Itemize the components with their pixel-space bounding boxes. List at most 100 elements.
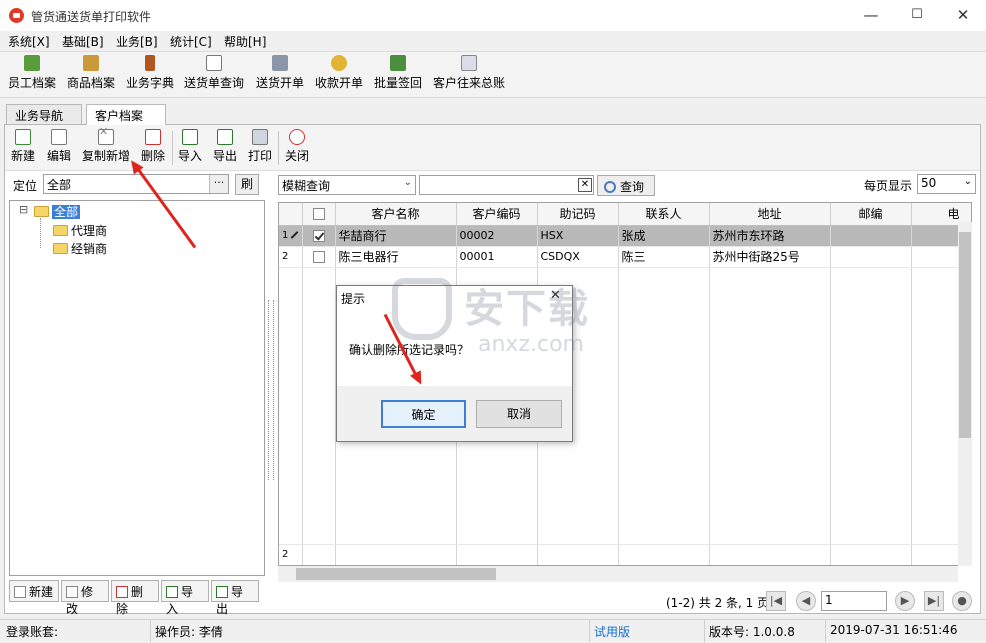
status-datetime: 2019-07-31 16:51:46 [830,623,958,637]
product-icon [83,55,99,71]
menu-business[interactable]: 业务[B] [116,33,158,50]
column-header-postcode[interactable]: 邮编 [830,203,912,226]
select-all-checkbox[interactable] [302,203,336,226]
tree-export-button[interactable]: 导出 [211,580,259,616]
toolbar-product-button[interactable]: 商品档案 [64,55,118,95]
search-input[interactable] [419,175,594,195]
tree-node-dealer[interactable]: 经销商 [53,240,107,257]
delete-icon [116,586,128,598]
close-circle-icon [289,129,305,145]
tab-customer-archive[interactable]: 客户档案 ✕ [86,104,166,138]
cell-mnemonic: CSDQX [537,246,619,268]
menu-basic[interactable]: 基础[B] [62,33,104,50]
tree-import-button[interactable]: 导入 [161,580,209,616]
table-row[interactable]: 1 华喆商行 00002 HSX 张成 苏州市东环路 [279,225,971,247]
book-icon [145,55,155,71]
folder-icon [53,225,68,236]
coins-icon [331,55,347,71]
toolbar-delivery-order-button[interactable]: 送货开单 [253,55,307,95]
print-button[interactable]: 打印 [246,129,274,167]
menu-system[interactable]: 系统[X] [8,33,50,50]
chevron-down-icon: ⌄ [403,177,412,188]
search-icon [604,181,616,193]
cell-mnemonic: HSX [537,225,619,247]
row-num-header [279,203,303,226]
delete-button[interactable]: 删除 [138,129,168,167]
locate-browse-button[interactable]: ··· [209,175,228,193]
tab-close-icon[interactable]: ✕ [99,125,108,138]
refresh-button[interactable]: 刷 [235,174,259,195]
status-divider [150,620,151,642]
dialog-cancel-button[interactable]: 取消 [476,400,562,428]
delete-icon [145,129,161,145]
status-account: 登录账套: [6,625,59,639]
search-mode-select[interactable]: 模糊查询 ⌄ [278,175,416,195]
tab-business-nav[interactable]: 业务导航 [6,104,82,125]
cell-code: 00001 [456,246,538,268]
cell-name: 华喆商行 [335,225,457,247]
minimize-button[interactable]: — [848,0,894,31]
locate-input[interactable]: 全部 [43,174,229,194]
stop-icon[interactable]: ● [952,591,972,611]
menu-statistics[interactable]: 统计[C] [170,33,212,50]
menu-help[interactable]: 帮助[H] [224,33,266,50]
toolbar-ledger-button[interactable]: 客户往来总账 [430,55,508,95]
document-icon [272,55,288,71]
page-size-select[interactable]: 50 ⌄ [917,174,976,194]
toolbar-receipt-button[interactable]: 收款开单 [312,55,366,95]
row-checkbox[interactable] [302,225,336,247]
toolbar-delivery-query-button[interactable]: 送货单查询 [182,55,246,95]
column-header-code[interactable]: 客户编码 [456,203,538,226]
dialog-message: 确认删除所选记录吗？ [349,343,470,357]
column-header-name[interactable]: 客户名称 [335,203,457,226]
row-number: 2 [279,246,303,268]
ledger-icon [461,55,477,71]
status-trial-link[interactable]: 试用版 [594,623,630,640]
toolbar-divider [278,131,279,165]
category-tree-pane [9,200,265,576]
clear-search-button[interactable]: ✕ [578,178,592,192]
new-button[interactable]: 新建 [9,129,37,167]
tree-new-button[interactable]: 新建 [9,580,59,602]
edit-button[interactable]: 编辑 [44,129,74,167]
export-icon [216,586,228,598]
grid-footer-row: 2 [279,543,971,565]
row-checkbox[interactable] [302,246,336,268]
new-doc-icon [15,129,31,145]
edit-pencil-icon [290,231,299,239]
previous-page-icon[interactable]: ◀ [796,591,816,611]
truck-icon [390,55,406,71]
tree-collapse-icon[interactable]: ⊟ [19,203,28,216]
close-window-button[interactable]: ✕ [940,0,986,31]
close-panel-button[interactable]: 关闭 [283,129,311,167]
window-title: 管货通送货单打印软件 [31,10,152,24]
cell-address: 苏州市东环路 [709,225,831,247]
toolbar-batch-sign-button[interactable]: 批量签回 [371,55,425,95]
toolbar-dictionary-button[interactable]: 业务字典 [123,55,177,95]
tree-modify-button[interactable]: 修改 [61,580,109,616]
column-header-mnemonic[interactable]: 助记码 [537,203,619,226]
tree-node-agent[interactable]: 代理商 [53,222,107,239]
vertical-scroll-thumb[interactable] [959,232,971,438]
pane-splitter[interactable] [268,300,274,480]
column-header-address[interactable]: 地址 [709,203,831,226]
first-page-icon[interactable]: |◀ [766,591,786,611]
printer-icon [252,129,268,145]
query-button[interactable]: 查询 [597,175,655,196]
excel-import-icon [182,129,198,145]
dialog-ok-button[interactable]: 确定 [381,400,466,428]
last-page-icon[interactable]: ▶| [924,591,944,611]
table-row[interactable]: 2 陈三电器行 00001 CSDQX 陈三 苏州中街路25号 [279,246,971,268]
tree-delete-button[interactable]: 删除 [111,580,159,616]
watermark-url: anxz.com [478,332,584,357]
cell-contact: 张成 [618,225,710,247]
import-button[interactable]: 导入 [176,129,204,167]
export-button[interactable]: 导出 [211,129,239,167]
page-number-input[interactable]: 1 [821,591,887,611]
column-header-contact[interactable]: 联系人 [618,203,710,226]
horizontal-scroll-thumb[interactable] [296,568,496,580]
maximize-button[interactable]: ☐ [894,0,940,31]
next-page-icon[interactable]: ▶ [895,591,915,611]
excel-export-icon [217,129,233,145]
toolbar-employee-button[interactable]: 员工档案 [6,55,58,95]
